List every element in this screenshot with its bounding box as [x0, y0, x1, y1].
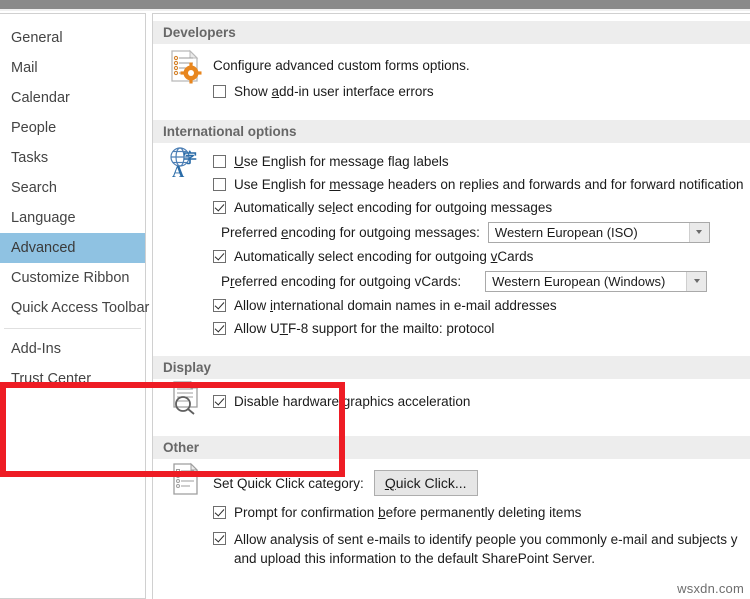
sidebar-item-quick-access-toolbar[interactable]: Quick Access Toolbar [0, 293, 149, 323]
sidebar-item-people[interactable]: People [0, 113, 145, 143]
select-value: Western European (Windows) [492, 273, 666, 289]
combo-label: Preferred encoding for outgoing vCards: [221, 273, 462, 289]
sidebar-item-label: Add-Ins [11, 341, 61, 357]
sidebar-item-label: Tasks [11, 150, 49, 166]
sidebar-divider [4, 328, 141, 329]
combo-row-preferred-encoding-vcards[interactable]: Preferred encoding for outgoing vCards: … [153, 268, 750, 294]
checkbox-label: Automatically select encoding for outgoi… [234, 200, 553, 215]
sidebar-item-search[interactable]: Search [0, 173, 145, 203]
section-header-display: Display [153, 356, 750, 379]
sidebar-item-tasks[interactable]: Tasks [0, 143, 145, 173]
select-value: Western European (ISO) [494, 224, 638, 240]
globe-language-icon: A 字 [166, 145, 204, 183]
sidebar-item-mail[interactable]: Mail [0, 53, 145, 83]
document-list-icon [166, 461, 204, 499]
checkbox-auto-encoding-messages[interactable] [213, 201, 226, 214]
checkbox-show-addin-errors[interactable] [213, 84, 226, 98]
sidebar-item-label: Customize Ribbon [11, 270, 130, 286]
checkbox-disable-hardware-acceleration[interactable] [213, 394, 226, 408]
section-header-other: Other [153, 436, 750, 459]
sidebar-item-label: People [11, 120, 57, 136]
checkbox-international-domain-names[interactable] [213, 299, 226, 312]
sidebar-item-label: Mail [11, 60, 38, 76]
chevron-down-icon[interactable] [688, 222, 709, 242]
checkbox-label: Use English for message flag labels [234, 154, 449, 169]
checkbox-label-line1: Allow analysis of sent e-mails to identi… [234, 532, 738, 547]
checkbox-label: Automatically select encoding for outgoi… [234, 249, 534, 264]
checkbox-label: Show add-in user interface errors [234, 83, 434, 99]
combo-row-preferred-encoding-messages[interactable]: Preferred encoding for outgoing messages… [153, 219, 750, 245]
sidebar-item-label: Calendar [11, 90, 70, 106]
sidebar-item-label: Language [11, 210, 76, 226]
sidebar-item-advanced[interactable]: Advanced [0, 233, 145, 263]
window-chrome-band [0, 0, 750, 9]
checkbox-row-allow-analysis-sent-emails[interactable]: Allow analysis of sent e-mails to identi… [153, 525, 750, 568]
checkbox-english-message-headers[interactable] [213, 178, 226, 191]
sidebar-item-label: Advanced [11, 240, 76, 256]
checkbox-label: Allow UTF-8 support for the mailto: prot… [234, 321, 495, 336]
options-scroll-area: Send immediately when connected Develope… [153, 14, 750, 574]
checkbox-label: Use English for message headers on repli… [234, 177, 744, 192]
sidebar-item-customize-ribbon[interactable]: Customize Ribbon [0, 263, 145, 293]
select-preferred-encoding-messages[interactable]: Western European (ISO) [487, 221, 710, 243]
chevron-down-icon[interactable] [686, 271, 707, 291]
section-body-developers: Configure advanced custom forms options.… [153, 44, 750, 110]
sidebar-item-trust-center[interactable]: Trust Center [0, 364, 145, 394]
checkbox-label: Disable hardware graphics acceleration [234, 393, 471, 409]
checkbox-label: Prompt for confirmation before permanent… [234, 504, 582, 520]
options-content-panel: Send immediately when connected Develope… [152, 13, 750, 599]
button-row-quick-click-category[interactable]: Set Quick Click category: Quick Click... [153, 467, 750, 499]
document-gear-icon [166, 48, 204, 86]
checkbox-row-disable-hardware-acceleration[interactable]: Disable hardware graphics acceleration [153, 388, 750, 414]
checkbox-row-prompt-confirmation-delete[interactable]: Prompt for confirmation before permanent… [153, 499, 750, 525]
section-header-international-options: International options [153, 120, 750, 143]
checkbox-label: Allow analysis of sent e-mails to identi… [234, 530, 737, 568]
sidebar-item-language[interactable]: Language [0, 203, 145, 233]
options-category-sidebar: General Mail Calendar People Tasks Searc… [0, 13, 149, 599]
quick-click-button[interactable]: Quick Click... [373, 470, 478, 496]
checkbox-auto-encoding-vcards[interactable] [213, 250, 226, 263]
section-header-developers: Developers [153, 21, 750, 44]
sidebar-nav-list: General Mail Calendar People Tasks Searc… [0, 14, 149, 394]
section-body-display: Disable hardware graphics acceleration [153, 379, 750, 426]
sidebar-item-label: General [11, 30, 63, 46]
watermark: wsxdn.com [677, 581, 744, 596]
checkbox-row-auto-encoding-messages[interactable]: Automatically select encoding for outgoi… [153, 196, 750, 219]
window-chrome-shadow [0, 9, 750, 11]
checkbox-label-line2: and upload this information to the defau… [234, 551, 595, 566]
sidebar-item-label: Search [11, 180, 57, 196]
sidebar-item-add-ins[interactable]: Add-Ins [0, 334, 145, 364]
checkbox-row-show-addin-errors[interactable]: Show add-in user interface errors [153, 78, 750, 104]
outlook-options-dialog: General Mail Calendar People Tasks Searc… [0, 0, 750, 599]
svg-text:字: 字 [183, 150, 197, 167]
checkbox-row-english-flag-labels[interactable]: Use English for message flag labels [153, 150, 750, 173]
checkbox-row-english-message-headers[interactable]: Use English for message headers on repli… [153, 173, 750, 196]
sidebar-item-general[interactable]: General [0, 23, 145, 53]
select-preferred-encoding-vcards[interactable]: Western European (Windows) [485, 270, 708, 292]
sidebar-item-label: Quick Access Toolbar [11, 300, 150, 316]
sidebar-item-label: Trust Center [11, 371, 92, 387]
section-body-other: Set Quick Click category: Quick Click...… [153, 459, 750, 574]
checkbox-prompt-confirmation-delete[interactable] [213, 505, 226, 519]
quick-click-label: Set Quick Click category: [213, 475, 364, 491]
section-body-international-options: A 字 Use English for message flag labels … [153, 143, 750, 346]
checkbox-row-utf8-mailto[interactable]: Allow UTF-8 support for the mailto: prot… [153, 317, 750, 340]
text-row-configure-custom-forms: Configure advanced custom forms options. [153, 52, 750, 78]
checkbox-row-auto-encoding-vcards[interactable]: Automatically select encoding for outgoi… [153, 245, 750, 268]
sidebar-item-calendar[interactable]: Calendar [0, 83, 145, 113]
checkbox-utf8-mailto[interactable] [213, 322, 226, 335]
checkbox-english-flag-labels[interactable] [213, 155, 226, 168]
row-label: Configure advanced custom forms options. [213, 57, 470, 73]
checkbox-label: Allow international domain names in e-ma… [234, 298, 557, 313]
checkbox-row-international-domain-names[interactable]: Allow international domain names in e-ma… [153, 294, 750, 317]
document-search-icon [166, 379, 204, 417]
combo-label: Preferred encoding for outgoing messages… [221, 224, 480, 240]
checkbox-allow-analysis-sent-emails[interactable] [213, 532, 226, 545]
